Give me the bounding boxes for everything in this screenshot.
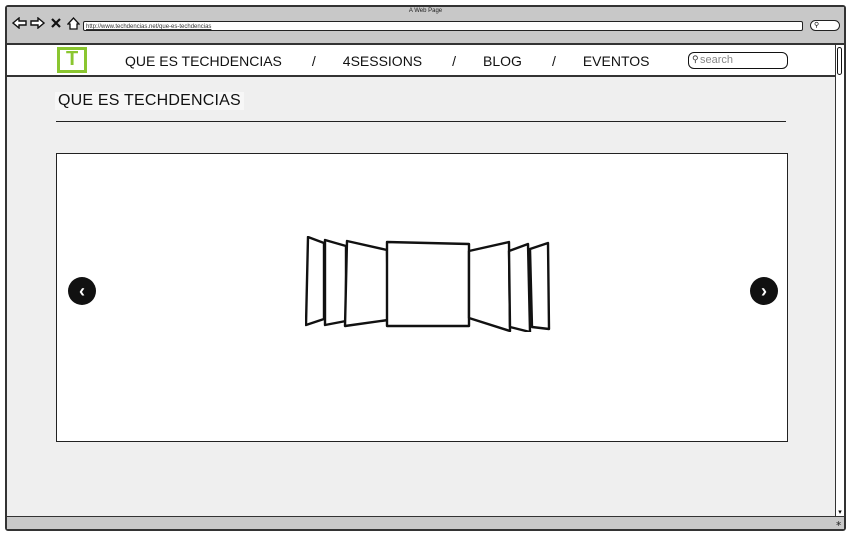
browser-nav-buttons — [12, 16, 81, 30]
browser-titlebar: A Web Page http://www.techdencias.net/qu… — [7, 7, 844, 43]
search-placeholder: search — [700, 54, 734, 66]
cover-right-1 — [467, 240, 512, 332]
chevron-right-icon[interactable]: › — [750, 277, 778, 305]
search-input[interactable]: ⚲ search — [688, 52, 788, 69]
browser-window: A Web Page http://www.techdencias.net/qu… — [5, 5, 846, 531]
vertical-scrollbar[interactable]: ▾ — [836, 43, 844, 517]
nav-separator: / — [311, 53, 316, 69]
nav-item-blog[interactable]: BLOG — [483, 53, 522, 69]
main-nav: QUE ES TECHDENCIAS / 4SESSIONS / BLOG / … — [125, 52, 650, 70]
cover-left-3 — [305, 236, 326, 327]
window-title: A Web Page — [408, 8, 443, 14]
back-arrow-icon[interactable] — [12, 16, 27, 30]
coverflow-image-stack[interactable] — [305, 236, 553, 332]
nav-item-4sessions[interactable]: 4SESSIONS — [343, 53, 422, 69]
cover-center — [385, 240, 471, 328]
nav-item-que-es-techdencias[interactable]: QUE ES TECHDENCIAS — [125, 53, 282, 69]
nav-item-eventos[interactable]: EVENTOS — [583, 53, 650, 69]
nav-separator: / — [551, 53, 556, 69]
browser-statusbar: ∗ — [7, 516, 844, 529]
chevron-left-icon[interactable]: ‹ — [68, 277, 96, 305]
title-divider — [56, 121, 786, 122]
page-title: QUE ES TECHDENCIAS — [55, 92, 244, 110]
home-icon[interactable] — [66, 16, 81, 30]
cover-left-1 — [343, 239, 390, 328]
search-icon: ⚲ — [814, 22, 820, 29]
cover-right-3 — [528, 241, 551, 331]
page-viewport: T QUE ES TECHDENCIAS / 4SESSIONS / BLOG … — [7, 43, 836, 517]
close-icon[interactable] — [48, 16, 63, 30]
scrollbar-thumb[interactable] — [837, 47, 842, 75]
site-header: T QUE ES TECHDENCIAS / 4SESSIONS / BLOG … — [7, 45, 835, 77]
logo-mark: T — [66, 48, 79, 70]
search-icon: ⚲ — [692, 54, 699, 64]
cover-left-2 — [323, 238, 348, 327]
cover-right-2 — [507, 242, 532, 332]
nav-separator: / — [452, 53, 457, 69]
forward-arrow-icon[interactable] — [30, 16, 45, 30]
url-bar[interactable]: http://www.techdencias.net/que-es-techde… — [83, 21, 803, 31]
site-logo[interactable]: T — [57, 47, 87, 73]
resize-grip-icon[interactable]: ∗ — [835, 519, 842, 528]
image-carousel: ‹ › — [56, 153, 788, 442]
browser-search-field[interactable]: ⚲ — [810, 20, 840, 31]
